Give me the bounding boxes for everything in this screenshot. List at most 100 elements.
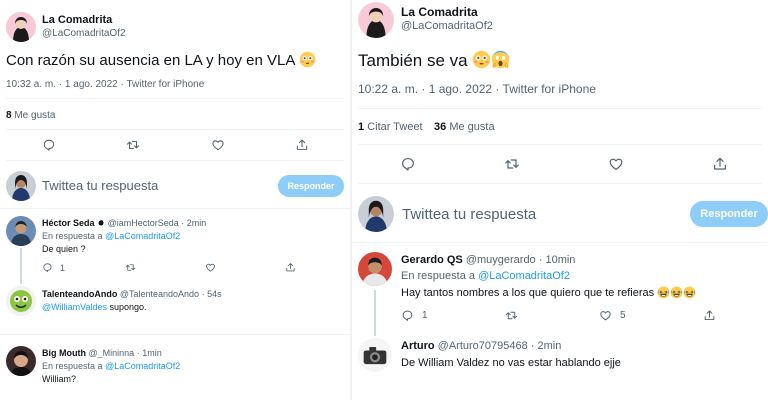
like-icon[interactable] [205,262,216,273]
reply-button[interactable]: Responder [690,201,768,227]
likes-count: 8 [6,110,12,121]
retweet-icon[interactable] [505,309,518,322]
like-icon[interactable] [608,156,624,172]
divider [6,98,344,99]
my-avatar[interactable] [6,171,36,201]
reply-header: Arturo @Arturo70795468 · 2min [401,340,561,352]
tweet-meta: 10:32 a. m. · 1 ago. 2022 · Twitter for … [6,79,205,90]
laughing-emoji [657,286,670,299]
reply-to-label: En respuesta a [401,270,475,282]
reply-text-body: Hay tantos nombres a los que quiero que … [401,287,655,299]
reply-author-handle[interactable]: @_Mininna [89,348,135,358]
reply-to-mention[interactable]: @LaComadritaOf2 [105,231,180,241]
reply-avatar[interactable] [6,216,36,246]
tweet-text-body: También se va [358,51,468,70]
reply-author-handle[interactable]: @Arturo70795468 [438,340,528,352]
reply-author-name[interactable]: Gerardo QS [401,254,463,266]
reply-text: De William Valdez no vas estar hablando … [401,357,621,369]
reply-icon[interactable] [401,309,414,322]
author-avatar[interactable] [6,12,36,42]
share-icon[interactable] [285,262,296,273]
reply-author-handle[interactable]: @iamHectorSeda [108,218,179,228]
reply-time[interactable]: · 1min [137,348,162,358]
author-avatar[interactable] [358,2,394,38]
reply-text: William? [42,374,77,384]
quotes-count: 1 [358,121,365,133]
left-tweet-panel: La Comadrita @LaComadritaOf2 Con razón s… [0,0,350,400]
quotes-stat[interactable]: 1 Citar Tweet [358,121,423,133]
reply-time[interactable]: · 2min [531,340,562,352]
reply-time[interactable]: · 10min [539,254,576,266]
reply-count: 1 [60,263,66,273]
author-handle[interactable]: @LaComadritaOf2 [401,20,493,32]
reply-context: En respuesta a @LaComadritaOf2 [401,270,570,282]
reply-header: Gerardo QS @muygerardo · 10min [401,254,575,266]
reply-icon[interactable] [42,262,53,273]
like-icon[interactable] [599,309,612,322]
tweet-text: También se va [358,50,510,71]
verified-icon [98,219,104,226]
reply-text: Hay tantos nombres a los que quiero que … [401,286,696,299]
retweet-icon[interactable] [504,156,520,172]
scream-emoji [491,50,510,69]
reply-author-name[interactable]: Big Mouth [42,348,86,358]
reply-composer-input[interactable]: Twittea tu respuesta [42,178,158,193]
reply-author-handle[interactable]: @muygerardo [466,254,536,266]
tweet-text: Con razón su ausencia en LA y hoy en VLA [6,51,316,69]
reply-avatar[interactable] [6,346,36,376]
reply-mention[interactable]: @WilliamValdes [42,302,107,312]
reply-button[interactable]: Responder [278,175,344,197]
my-avatar[interactable] [358,196,394,232]
likes-stat[interactable]: 8 Me gusta [6,110,55,121]
reply-time[interactable]: · 54s [202,289,222,299]
retweet-icon[interactable] [126,138,140,152]
flushed-emoji [472,50,491,69]
share-icon[interactable] [703,309,716,322]
reply-context: En respuesta a @LaComadritaOf2 [42,361,180,371]
reply-to-mention[interactable]: @LaComadritaOf2 [105,361,180,371]
reply-header: Héctor Seda @iamHectorSeda · 2min [42,218,206,228]
likes-label: Me gusta [14,110,56,121]
reply-avatar[interactable] [358,252,392,286]
share-icon[interactable] [712,156,728,172]
right-tweet-panel: La Comadrita @LaComadritaOf2 También se … [352,0,768,400]
reply-to-label: En respuesta a [42,231,103,241]
author-name[interactable]: La Comadrita [401,5,478,19]
divider [358,144,762,145]
tweet-text-body: Con razón su ausencia en LA y hoy en VLA [6,52,295,69]
reply-context: En respuesta a @LaComadritaOf2 [42,231,180,241]
author-name[interactable]: La Comadrita [42,14,112,26]
likes-stat[interactable]: 36 Me gusta [434,121,495,133]
reply-avatar[interactable] [6,286,36,316]
reply-to-label: En respuesta a [42,361,103,371]
thread-line [374,290,376,336]
reply-icon[interactable] [400,156,416,172]
tweet-meta: 10:22 a. m. · 1 ago. 2022 · Twitter for … [358,82,596,96]
laughing-emoji [670,286,683,299]
share-icon[interactable] [295,138,309,152]
retweet-icon[interactable] [125,262,136,273]
like-icon[interactable] [211,138,225,152]
likes-label: Me gusta [449,121,495,133]
reply-author-name[interactable]: TalenteandoAndo [42,289,117,299]
divider [358,108,762,109]
quotes-label: Citar Tweet [367,121,423,133]
reply-author-name[interactable]: Héctor Seda [42,218,95,228]
reply-text-body: supongo. [109,302,147,312]
reply-header: TalenteandoAndo @TalenteandoAndo · 54s [42,289,222,299]
reply-composer-input[interactable]: Twittea tu respuesta [402,206,536,223]
reply-icon[interactable] [42,138,56,152]
divider [352,242,768,243]
reply-avatar[interactable] [358,338,392,372]
author-handle[interactable]: @LaComadritaOf2 [42,28,126,39]
divider [6,160,344,161]
divider [0,208,350,209]
divider [358,183,762,184]
reply-author-name[interactable]: Arturo [401,340,435,352]
laughing-emoji [683,286,696,299]
divider [0,334,350,335]
reply-time[interactable]: · 2min [181,218,206,228]
reply-author-handle[interactable]: @TalenteandoAndo [120,289,199,299]
reply-to-mention[interactable]: @LaComadritaOf2 [478,270,570,282]
reply-header: Big Mouth @_Mininna · 1min [42,348,162,358]
